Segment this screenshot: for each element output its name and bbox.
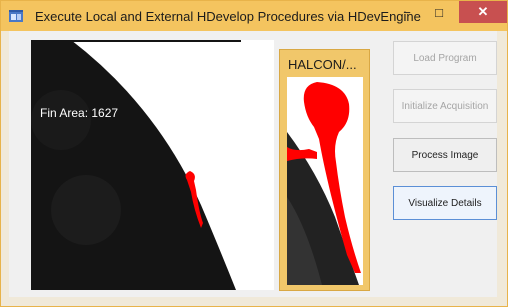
fin-area-label: Fin Area: 1627 [40,106,119,120]
fin-image [31,40,274,290]
app-icon [9,10,23,22]
detail-image[interactable] [287,77,363,285]
image-viewer[interactable] [31,40,274,290]
initialize-acquisition-button[interactable]: Initialize Acquisition [393,89,497,123]
minimize-icon[interactable]: − [393,1,421,23]
window-title: Execute Local and External HDevelop Proc… [35,9,421,24]
process-image-button[interactable]: Process Image [393,138,497,172]
visualize-details-button[interactable]: Visualize Details [393,186,497,220]
title-bar[interactable]: Execute Local and External HDevelop Proc… [1,1,507,31]
load-program-button[interactable]: Load Program [393,41,497,75]
close-icon[interactable]: ✕ [459,1,507,23]
maximize-icon[interactable]: □ [423,1,455,23]
detail-panel-title: HALCON/... [288,57,357,72]
